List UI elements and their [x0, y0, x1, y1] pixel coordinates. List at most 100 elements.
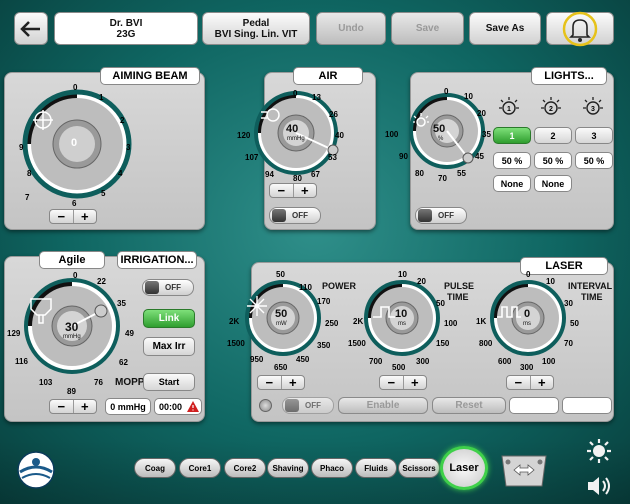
aiming-tick: 5 — [101, 189, 106, 198]
aiming-stepper[interactable]: − + — [49, 209, 97, 224]
pressure-readout: 0 mmHg — [105, 398, 151, 415]
light-2-mode[interactable]: None — [534, 175, 572, 192]
aiming-value: 0 — [71, 137, 78, 149]
link-button[interactable]: Link — [143, 309, 195, 328]
irrigation-stepper[interactable]: − + — [49, 399, 97, 414]
undo-label: Undo — [338, 23, 364, 34]
plus-icon[interactable]: + — [74, 210, 97, 223]
mode-core1-button[interactable]: Core1 — [179, 458, 221, 478]
laser-toggle[interactable]: OFF — [282, 397, 334, 414]
aiming-tick: 3 — [126, 143, 131, 152]
interval-tick: 30 — [564, 299, 573, 308]
mode-fluids-button[interactable]: Fluids — [355, 458, 397, 478]
pulse-tick: 100 — [444, 319, 458, 328]
minus-icon[interactable]: − — [50, 400, 74, 413]
laser-enable-button[interactable]: Enable — [338, 397, 428, 414]
pulse-tick: 300 — [416, 357, 430, 366]
aiming-tick: 9 — [19, 143, 24, 152]
air-stepper[interactable]: − + — [269, 183, 317, 198]
lights-tick: 55 — [457, 169, 466, 178]
plus-icon[interactable]: + — [74, 400, 97, 413]
surgeon-profile-button[interactable]: Dr. BVI 23G — [54, 12, 198, 45]
light-2-percent[interactable]: 50 % — [534, 152, 572, 169]
laser-title[interactable]: LASER — [520, 257, 608, 275]
mode-shaving-button[interactable]: Shaving — [267, 458, 309, 478]
pedal-label: Pedal — [242, 17, 270, 29]
pedal-button[interactable]: Pedal BVI Sing. Lin. VIT — [202, 12, 310, 45]
light-channel-1-button[interactable]: 1 — [493, 127, 531, 144]
plus-icon[interactable]: + — [531, 376, 554, 389]
pulse-tick: 150 — [436, 339, 450, 348]
irrigation-tick: 0 — [73, 271, 78, 280]
pulse-tick: 500 — [392, 363, 406, 372]
interval-tick: 0 — [526, 270, 531, 279]
start-button[interactable]: Start — [143, 373, 195, 391]
power-tick: 650 — [274, 363, 288, 372]
air-pump-icon — [261, 108, 280, 122]
irrigation-mode-title[interactable]: Agile — [39, 251, 105, 269]
air-tick: 80 — [293, 174, 302, 183]
irrigation-bottle-icon — [30, 298, 52, 324]
air-tick: 67 — [311, 170, 320, 179]
power-value: 50 — [275, 308, 288, 320]
power-label: POWER — [322, 281, 357, 291]
lights-tick: 20 — [477, 109, 486, 118]
power-tick: 950 — [250, 355, 264, 364]
plus-icon[interactable]: + — [282, 376, 305, 389]
save-button[interactable]: Save — [391, 12, 464, 45]
light-bulb-icon — [413, 113, 429, 127]
air-toggle[interactable]: OFF — [269, 207, 321, 224]
interval-tick: 50 — [570, 319, 579, 328]
brightness-icon[interactable] — [586, 438, 612, 464]
air-tick: 120 — [237, 131, 251, 140]
irrigation-title[interactable]: IRRIGATION... — [117, 251, 197, 269]
laser-status-led — [259, 399, 272, 412]
mode-label: Core2 — [233, 463, 257, 473]
lights-tick: 80 — [415, 169, 424, 178]
pulse-tick: 1500 — [348, 339, 366, 348]
lights-toggle[interactable]: OFF — [415, 207, 467, 224]
back-button[interactable] — [14, 12, 48, 45]
enable-label: Enable — [366, 400, 400, 411]
gauge-size: 23G — [116, 28, 136, 40]
save-as-button[interactable]: Save As — [469, 12, 541, 45]
minus-icon[interactable]: − — [50, 210, 74, 223]
light-3-percent[interactable]: 50 % — [575, 152, 613, 169]
alarm-button[interactable] — [546, 11, 614, 46]
air-tick: 94 — [265, 170, 274, 179]
interval-tick: 800 — [479, 339, 493, 348]
mode-scissors-button[interactable]: Scissors — [398, 458, 440, 478]
lights-title[interactable]: LIGHTS... — [531, 67, 607, 85]
minus-icon[interactable]: − — [258, 376, 282, 389]
power-stepper[interactable]: − + — [257, 375, 305, 390]
interval-stepper[interactable]: − + — [506, 375, 554, 390]
minus-icon[interactable]: − — [507, 376, 531, 389]
light-1-mode[interactable]: None — [493, 175, 531, 192]
mode-phaco-button[interactable]: Phaco — [311, 458, 353, 478]
minus-icon[interactable]: − — [270, 184, 294, 197]
mode-core2-button[interactable]: Core2 — [224, 458, 266, 478]
aiming-tick: 0 — [73, 83, 78, 92]
pulse-tick: 2K — [353, 317, 364, 326]
mode-label: Scissors — [402, 463, 436, 473]
light-1-percent[interactable]: 50 % — [493, 152, 531, 169]
max-irr-button[interactable]: Max Irr — [143, 337, 195, 356]
light-channel-2-button[interactable]: 2 — [534, 127, 572, 144]
plus-icon[interactable]: + — [404, 376, 427, 389]
light-channel-3-button[interactable]: 3 — [575, 127, 613, 144]
mode-label: Laser — [449, 462, 479, 474]
laser-reset-button[interactable]: Reset — [432, 397, 506, 414]
air-title[interactable]: AIR — [293, 67, 363, 85]
irrigation-off-toggle[interactable]: OFF — [142, 279, 194, 296]
air-tick: 53 — [328, 153, 337, 162]
mode-laser-button[interactable]: Laser — [440, 446, 488, 490]
plus-icon[interactable]: + — [294, 184, 317, 197]
pedal-map-icon[interactable] — [498, 448, 550, 492]
svg-text:3: 3 — [591, 106, 595, 113]
mode-coag-button[interactable]: Coag — [134, 458, 176, 478]
pulse-stepper[interactable]: − + — [379, 375, 427, 390]
minus-icon[interactable]: − — [380, 376, 404, 389]
aiming-beam-title[interactable]: AIMING BEAM — [100, 67, 200, 85]
undo-button[interactable]: Undo — [316, 12, 386, 45]
volume-icon[interactable] — [585, 474, 613, 498]
